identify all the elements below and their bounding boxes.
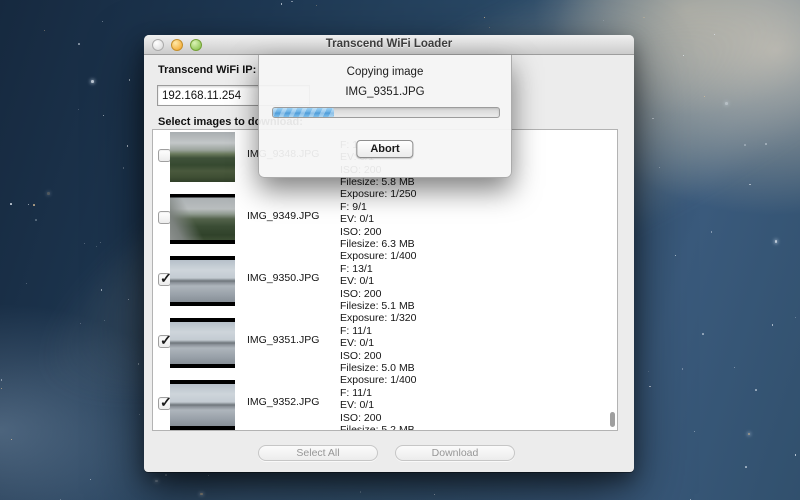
progress-bar xyxy=(272,107,500,118)
image-exif: Exposure: 1/320F: 11/1EV: 0/1ISO: 200Fil… xyxy=(340,312,416,375)
image-filename: IMG_9349.JPG xyxy=(247,210,319,222)
image-thumbnail xyxy=(170,132,235,182)
image-row: IMG_9352.JPG Exposure: 1/400F: 11/1EV: 0… xyxy=(153,374,617,431)
image-thumbnail xyxy=(170,318,235,368)
image-filename: IMG_9351.JPG xyxy=(247,334,319,346)
download-button[interactable]: Download xyxy=(395,445,515,461)
image-thumbnail xyxy=(170,380,235,430)
image-filename: IMG_9350.JPG xyxy=(247,272,319,284)
dialog-title: Copying image xyxy=(259,66,511,78)
window-titlebar[interactable]: Transcend WiFi Loader xyxy=(144,35,634,55)
desktop: Transcend WiFi Loader Transcend WiFi IP:… xyxy=(0,0,800,500)
dialog-filename: IMG_9351.JPG xyxy=(259,86,511,98)
select-all-button[interactable]: Select All xyxy=(258,445,378,461)
window-title: Transcend WiFi Loader xyxy=(144,38,634,50)
ip-label: Transcend WiFi IP: xyxy=(158,64,256,76)
image-thumbnail xyxy=(170,256,235,306)
image-exif: Exposure: 1/400F: 13/1EV: 0/1ISO: 200Fil… xyxy=(340,250,416,313)
progress-fill xyxy=(273,108,334,117)
image-filename: IMG_9352.JPG xyxy=(247,396,319,408)
image-thumbnail xyxy=(170,194,235,244)
copy-progress-dialog: Copying image IMG_9351.JPG Abort xyxy=(258,55,512,178)
image-exif: Exposure: 1/400F: 11/1EV: 0/1ISO: 200Fil… xyxy=(340,374,416,431)
scrollbar-thumb[interactable] xyxy=(610,412,615,427)
image-row: IMG_9349.JPG Exposure: 1/250F: 9/1EV: 0/… xyxy=(153,188,617,250)
image-row: IMG_9350.JPG Exposure: 1/400F: 13/1EV: 0… xyxy=(153,250,617,312)
image-row: IMG_9351.JPG Exposure: 1/320F: 11/1EV: 0… xyxy=(153,312,617,374)
image-exif: Exposure: 1/250F: 9/1EV: 0/1ISO: 200File… xyxy=(340,188,416,251)
abort-button[interactable]: Abort xyxy=(356,140,413,158)
